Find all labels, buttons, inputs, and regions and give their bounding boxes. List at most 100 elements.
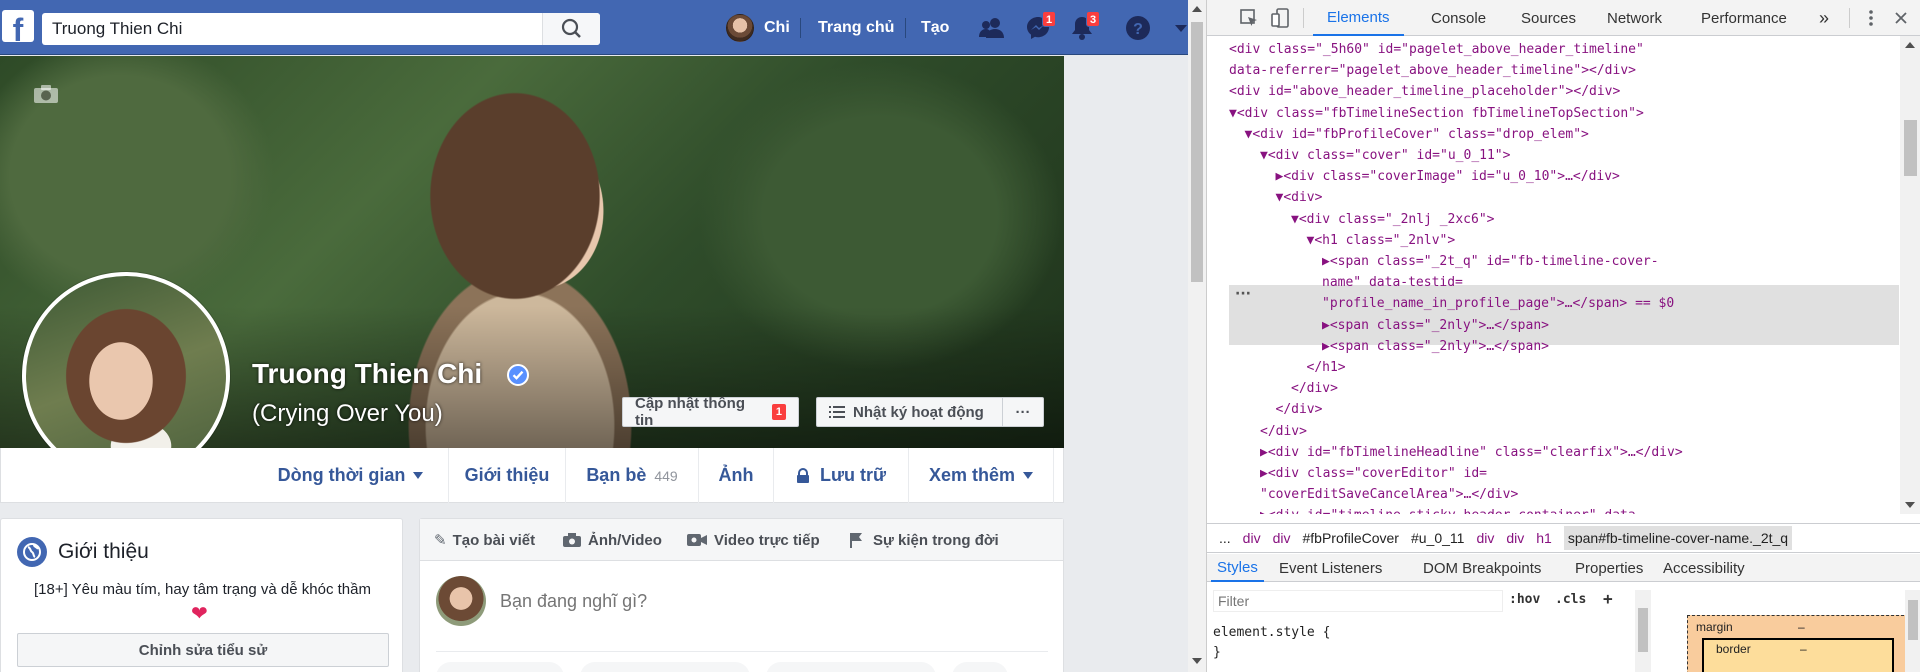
page-scrollbar[interactable] [1188, 0, 1206, 672]
messages-button[interactable]: 1 [1020, 0, 1057, 55]
scrollbar-thumb[interactable] [1191, 22, 1203, 282]
scroll-down-arrow-icon[interactable] [1192, 658, 1202, 664]
dom-node-line[interactable]: ▶<div id="timeline_sticky_header_contain… [1260, 505, 1644, 514]
tab-photos[interactable]: Ảnh [699, 448, 774, 503]
camera-icon[interactable] [33, 84, 59, 104]
profile-name[interactable]: Truong Thien Chi [252, 358, 482, 390]
close-icon[interactable] [1891, 8, 1911, 28]
composer-action-pill[interactable] [766, 662, 936, 672]
more-options-button[interactable]: ··· [1003, 404, 1043, 421]
friend-requests-button[interactable] [974, 0, 1010, 55]
facebook-logo[interactable]: f [2, 10, 34, 42]
dom-scrollbar[interactable] [1900, 36, 1920, 514]
tab-live-video[interactable]: Video trực tiếp [687, 519, 820, 561]
search-input[interactable] [52, 13, 552, 45]
dom-node-line[interactable]: ▼<div id="fbProfileCover" class="drop_el… [1245, 124, 1589, 145]
styles-scrollbar[interactable] [1635, 590, 1651, 672]
more-tabs-button[interactable]: » [1813, 0, 1835, 36]
scrollbar-thumb[interactable] [1638, 608, 1648, 652]
nav-create-link[interactable]: Tạo [921, 0, 949, 55]
composer-action-pill[interactable] [580, 662, 750, 672]
tab-about[interactable]: Giới thiệu [449, 448, 566, 503]
search-button[interactable] [542, 13, 600, 45]
dom-node-line[interactable]: </div> [1276, 399, 1323, 420]
breadcrumb-item[interactable]: #fbProfileCover [1302, 530, 1399, 546]
box-model-scrollbar[interactable] [1905, 590, 1920, 672]
breadcrumb-item[interactable]: h1 [1536, 530, 1552, 546]
dom-node-line[interactable]: "coverEditSaveCancelArea">…</div> [1260, 484, 1518, 505]
box-model-border[interactable]: border – [1702, 638, 1894, 672]
nav-profile-link[interactable]: Chi [726, 0, 790, 55]
dom-node-line[interactable]: ▶<span class="_2nly">…</span> [1322, 336, 1549, 357]
dom-node-line[interactable]: ▶<div id="fbTimelineHeadline" class="cle… [1260, 442, 1683, 463]
box-model-margin[interactable]: margin – border – [1687, 615, 1909, 672]
dom-node-line[interactable]: name" data-testid= [1322, 272, 1463, 293]
margin-value[interactable]: – [1798, 620, 1805, 634]
dom-node-line[interactable]: ▼<h1 class="_2nlv"> [1307, 230, 1456, 251]
tab-performance[interactable]: Performance [1689, 0, 1799, 36]
dom-node-line[interactable]: ▼<div> [1276, 187, 1323, 208]
class-toggle[interactable]: .cls [1555, 592, 1586, 607]
scroll-up-arrow-icon[interactable] [1905, 42, 1915, 48]
tab-elements[interactable]: Elements [1313, 0, 1404, 36]
kebab-menu-icon[interactable] [1861, 8, 1881, 28]
tab-timeline[interactable]: Dòng thời gian [253, 448, 449, 503]
tab-accessibility[interactable]: Accessibility [1657, 554, 1751, 582]
element-style-rule[interactable]: element.style { } [1213, 623, 1330, 663]
dom-node-line[interactable]: ▶<div class="coverEditor" id= [1260, 463, 1487, 484]
tab-styles[interactable]: Styles [1211, 554, 1264, 582]
border-value[interactable]: – [1800, 642, 1807, 656]
tab-event-listeners[interactable]: Event Listeners [1273, 554, 1388, 582]
breadcrumb-item[interactable]: span#fb-timeline-cover-name._2t_q [1563, 526, 1793, 550]
hover-state-toggle[interactable]: :hov [1509, 592, 1540, 607]
edit-bio-button[interactable]: Chỉnh sửa tiểu sử [17, 633, 389, 667]
breadcrumb-item[interactable]: #u_0_11 [1411, 530, 1464, 546]
device-toolbar-icon[interactable] [1271, 8, 1291, 28]
tab-create-post[interactable]: ✎ Tạo bài viết [434, 519, 535, 561]
scrollbar-thumb[interactable] [1904, 120, 1917, 176]
tab-life-event[interactable]: Sự kiện trong đời [849, 519, 999, 561]
dom-node-line[interactable]: </h1> [1307, 357, 1346, 378]
styles-filter-input[interactable] [1213, 590, 1503, 612]
notifications-button[interactable]: 3 [1064, 0, 1101, 55]
breadcrumb-item[interactable]: ... [1219, 530, 1231, 546]
composer-action-pill[interactable] [436, 662, 564, 672]
add-rule-button[interactable]: + [1603, 589, 1613, 608]
update-info-button[interactable]: Cập nhật thông tin 1 [622, 395, 799, 429]
tab-more[interactable]: Xem thêm [909, 448, 1054, 503]
scroll-up-arrow-icon[interactable] [1192, 6, 1202, 12]
help-button[interactable]: ? [1120, 0, 1156, 55]
selected-node-menu[interactable]: ··· [1235, 286, 1251, 302]
breadcrumb-item[interactable]: div [1273, 530, 1291, 546]
dom-node-line[interactable]: ▶<span class="_2nly">…</span> [1322, 315, 1549, 336]
dom-node-line[interactable]: <div class="_5h60" id="pagelet_above_hea… [1229, 39, 1644, 60]
dom-node-line[interactable]: </div> [1260, 421, 1307, 442]
tab-archive[interactable]: Lưu trữ [774, 448, 909, 503]
dom-node-line[interactable]: </div> [1291, 378, 1338, 399]
dom-node-line[interactable]: ▼<div class="fbTimelineSection fbTimelin… [1229, 103, 1644, 124]
dom-node-line[interactable]: ▼<div class="cover" id="u_0_11"> [1260, 145, 1510, 166]
tab-friends[interactable]: Bạn bè 449 [566, 448, 699, 503]
scroll-down-arrow-icon[interactable] [1905, 502, 1915, 508]
inspect-element-icon[interactable] [1239, 8, 1259, 28]
composer-action-pill[interactable] [952, 662, 1008, 672]
dom-node-line[interactable]: <div id="above_header_timeline_placehold… [1229, 81, 1620, 102]
dom-node-line[interactable]: data-referrer="pagelet_above_header_time… [1229, 60, 1636, 81]
breadcrumb-item[interactable]: div [1506, 530, 1524, 546]
nav-home-link[interactable]: Trang chủ [818, 0, 894, 55]
dom-node-line[interactable]: ▶<span class="_2t_q" id="fb-timeline-cov… [1322, 251, 1659, 272]
scrollbar-thumb[interactable] [1908, 600, 1918, 640]
activity-log-button[interactable]: Nhật ký hoạt động [817, 398, 1003, 426]
tab-dom-breakpoints[interactable]: DOM Breakpoints [1417, 554, 1547, 582]
dom-node-line[interactable]: ▼<div class="_2nlj _2xc6"> [1291, 209, 1495, 230]
tab-network[interactable]: Network [1595, 0, 1674, 36]
tab-console[interactable]: Console [1419, 0, 1498, 36]
tab-sources[interactable]: Sources [1509, 0, 1588, 36]
breadcrumb-item[interactable]: div [1243, 530, 1261, 546]
dom-node-line[interactable]: ▶<div class="coverImage" id="u_0_10">…</… [1276, 166, 1620, 187]
dom-node-line[interactable]: "profile_name_in_profile_page">…</span> … [1322, 293, 1674, 314]
tab-properties[interactable]: Properties [1569, 554, 1649, 582]
tab-photo-video[interactable]: Ảnh/Video [563, 519, 662, 561]
breadcrumb-item[interactable]: div [1476, 530, 1494, 546]
composer-input[interactable] [500, 583, 1040, 619]
